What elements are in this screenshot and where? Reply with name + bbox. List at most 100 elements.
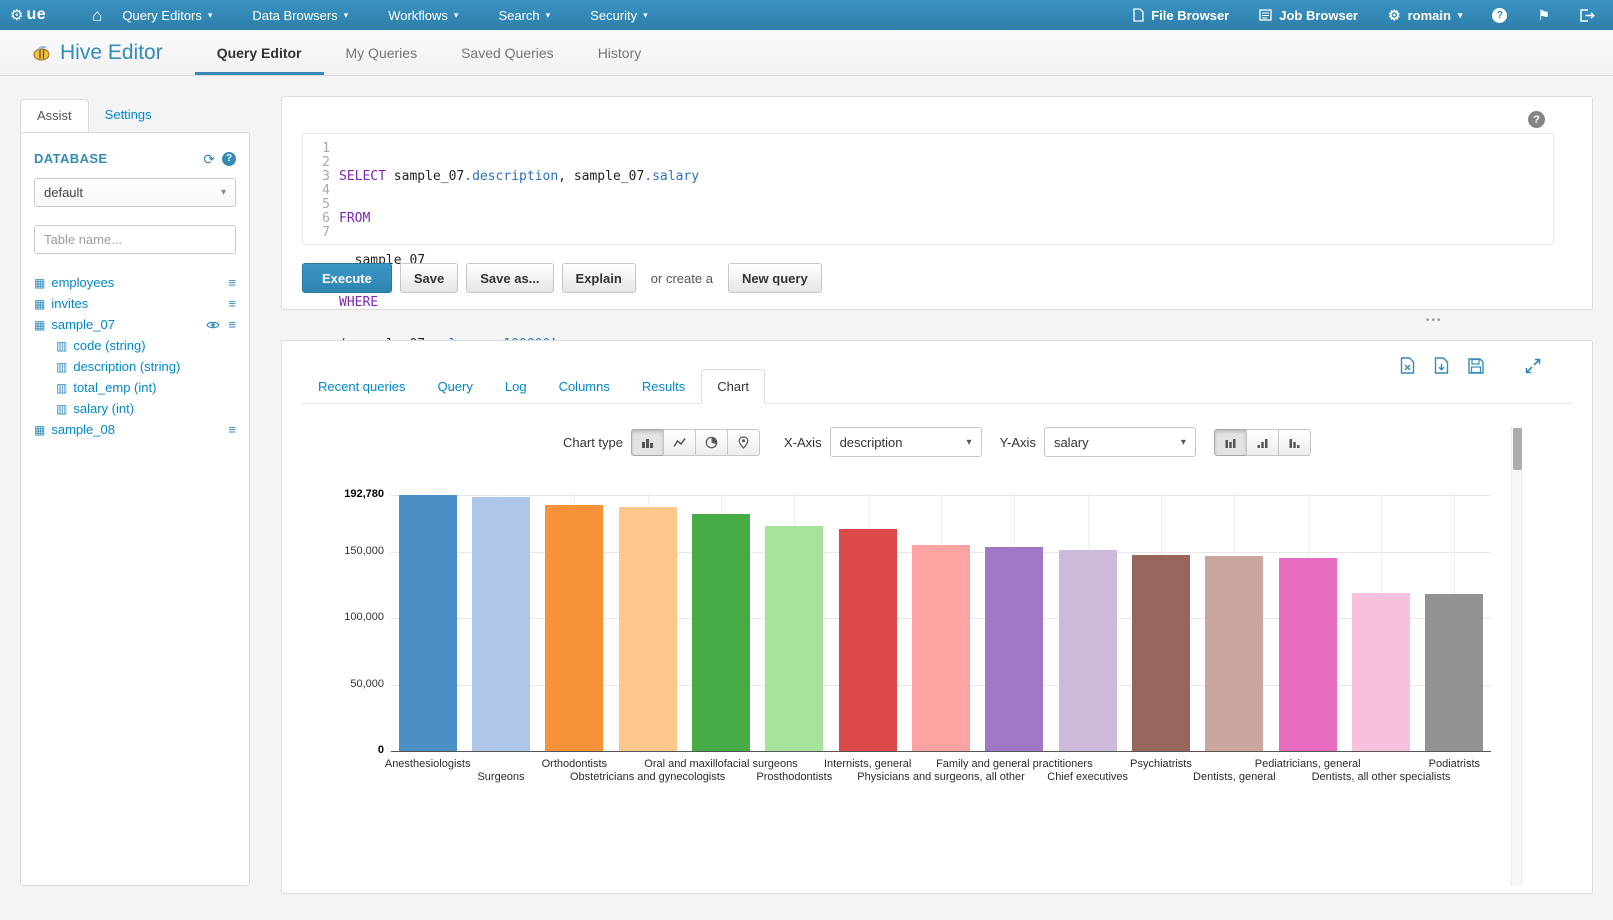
tab-query-editor[interactable]: Query Editor xyxy=(195,30,324,75)
file-browser-label: File Browser xyxy=(1151,8,1229,23)
line-number: 3 xyxy=(303,170,330,184)
database-label: DATABASE xyxy=(34,151,108,166)
tab-settings[interactable]: Settings xyxy=(89,99,168,132)
code-line: SELECT sample_07.description, sample_07.… xyxy=(339,170,699,184)
tab-my-queries[interactable]: My Queries xyxy=(324,30,440,75)
menu-data-browsers[interactable]: Data Browsers ▾ xyxy=(232,0,368,30)
bars-icon xyxy=(1224,436,1237,449)
scrollbar-thumb[interactable] xyxy=(1513,428,1522,470)
menu-query-editors[interactable]: Query Editors ▾ xyxy=(102,0,232,30)
y-axis-select[interactable]: salary ▾ xyxy=(1044,427,1196,457)
column-row-total-emp[interactable]: ▥ total_emp (int) xyxy=(34,377,236,398)
sort-ascending-button[interactable] xyxy=(1246,429,1279,456)
tab-log[interactable]: Log xyxy=(489,369,543,404)
chart-type-line-button[interactable] xyxy=(663,429,696,456)
table-filter-input[interactable] xyxy=(34,225,236,254)
tab-chart[interactable]: Chart xyxy=(701,369,765,404)
bar[interactable] xyxy=(1279,558,1337,751)
tab-recent-queries[interactable]: Recent queries xyxy=(302,369,421,404)
sql-editor[interactable]: 1 2 3 4 5 6 7 SELECT sample_07.descripti… xyxy=(302,133,1554,245)
bars-ascending-icon xyxy=(1256,436,1269,449)
bar[interactable] xyxy=(765,526,823,751)
help-icon[interactable]: ? xyxy=(222,152,236,166)
app-tabs: Query Editor My Queries Saved Queries Hi… xyxy=(195,30,664,75)
table-row-invites[interactable]: ▦ invites ≡ xyxy=(34,293,236,314)
bar[interactable] xyxy=(1425,594,1483,751)
save-button[interactable]: Save xyxy=(400,263,458,293)
results-scrollbar[interactable] xyxy=(1511,426,1522,886)
menu-search[interactable]: Search ▾ xyxy=(478,0,570,30)
bar[interactable] xyxy=(912,545,970,751)
help-icon[interactable]: ? xyxy=(1492,8,1507,23)
execute-button[interactable]: Execute xyxy=(302,263,392,293)
bar[interactable] xyxy=(1132,555,1190,751)
eye-icon[interactable] xyxy=(206,320,220,330)
app-title-text: Hive Editor xyxy=(60,41,163,65)
table-row-employees[interactable]: ▦ employees ≡ xyxy=(34,272,236,293)
table-row-sample-07[interactable]: ▦ sample_07 ≡ xyxy=(34,314,236,335)
database-select[interactable]: default ▾ xyxy=(34,178,236,207)
table-menu-icon[interactable]: ≡ xyxy=(228,276,236,289)
sql-keyword: FROM xyxy=(339,211,370,226)
menu-workflows[interactable]: Workflows ▾ xyxy=(368,0,478,30)
x-axis-label: Psychiatrists xyxy=(1130,758,1192,770)
tab-history[interactable]: History xyxy=(576,30,664,75)
explain-button[interactable]: Explain xyxy=(562,263,636,293)
help-icon[interactable]: ? xyxy=(1528,111,1545,128)
x-axis-select[interactable]: description ▾ xyxy=(830,427,982,457)
tab-query[interactable]: Query xyxy=(421,369,488,404)
bar[interactable] xyxy=(1059,550,1117,751)
chart-type-label: Chart type xyxy=(563,435,623,450)
bar[interactable] xyxy=(472,497,530,751)
table-icon: ▦ xyxy=(34,424,45,436)
bar[interactable] xyxy=(1352,593,1410,751)
line-number: 5 xyxy=(303,198,330,212)
save-as-button[interactable]: Save as... xyxy=(466,263,553,293)
column-row-description[interactable]: ▥ description (string) xyxy=(34,356,236,377)
tab-columns[interactable]: Columns xyxy=(543,369,626,404)
bar[interactable] xyxy=(692,514,750,751)
column-row-code[interactable]: ▥ code (string) xyxy=(34,335,236,356)
bar[interactable] xyxy=(839,529,897,751)
file-browser-link[interactable]: File Browser xyxy=(1133,8,1229,23)
chart-type-pie-button[interactable] xyxy=(695,429,728,456)
line-number: 6 xyxy=(303,212,330,226)
table-row-sample-08[interactable]: ▦ sample_08 ≡ xyxy=(34,419,236,440)
chart-type-bars-button[interactable] xyxy=(631,429,664,456)
logout-icon[interactable] xyxy=(1580,9,1595,22)
hue-logo[interactable]: ⚙ ue xyxy=(0,6,46,24)
sort-descending-button[interactable] xyxy=(1278,429,1311,456)
x-axis-label: Physicians and surgeons, all other xyxy=(857,771,1025,783)
assist-tabs: Assist Settings xyxy=(20,99,168,132)
save-result-icon[interactable] xyxy=(1468,358,1484,374)
tab-saved-queries[interactable]: Saved Queries xyxy=(439,30,576,75)
tab-assist[interactable]: Assist xyxy=(20,99,89,132)
refresh-icon[interactable]: ⟳ xyxy=(203,152,215,166)
app-header: Hive Editor Query Editor My Queries Save… xyxy=(0,30,1613,76)
job-browser-link[interactable]: Job Browser xyxy=(1259,8,1358,23)
home-icon[interactable]: ⌂ xyxy=(92,7,102,24)
column-row-salary[interactable]: ▥ salary (int) xyxy=(34,398,236,419)
resize-grip[interactable]: ••• xyxy=(1426,315,1443,326)
table-menu-icon[interactable]: ≡ xyxy=(228,318,236,331)
fullscreen-icon[interactable] xyxy=(1525,358,1541,374)
new-query-button[interactable]: New query xyxy=(728,263,822,293)
column-icon: ▥ xyxy=(56,403,67,415)
bar[interactable] xyxy=(399,495,457,751)
chart-type-map-button[interactable] xyxy=(727,429,760,456)
file-icon xyxy=(1133,8,1144,22)
table-icon: ▦ xyxy=(34,277,45,289)
flag-icon[interactable]: ⚑ xyxy=(1537,8,1550,22)
bar[interactable] xyxy=(1205,556,1263,751)
table-menu-icon[interactable]: ≡ xyxy=(228,297,236,310)
tab-results[interactable]: Results xyxy=(626,369,701,404)
bar[interactable] xyxy=(545,505,603,751)
export-xls-icon[interactable] xyxy=(1400,357,1415,374)
menu-security[interactable]: Security ▾ xyxy=(570,0,668,30)
export-csv-icon[interactable] xyxy=(1434,357,1449,374)
bar[interactable] xyxy=(985,547,1043,751)
bar[interactable] xyxy=(619,507,677,751)
user-menu[interactable]: ⚙ romain ▾ xyxy=(1388,8,1462,23)
sort-default-button[interactable] xyxy=(1214,429,1247,456)
table-menu-icon[interactable]: ≡ xyxy=(228,423,236,436)
